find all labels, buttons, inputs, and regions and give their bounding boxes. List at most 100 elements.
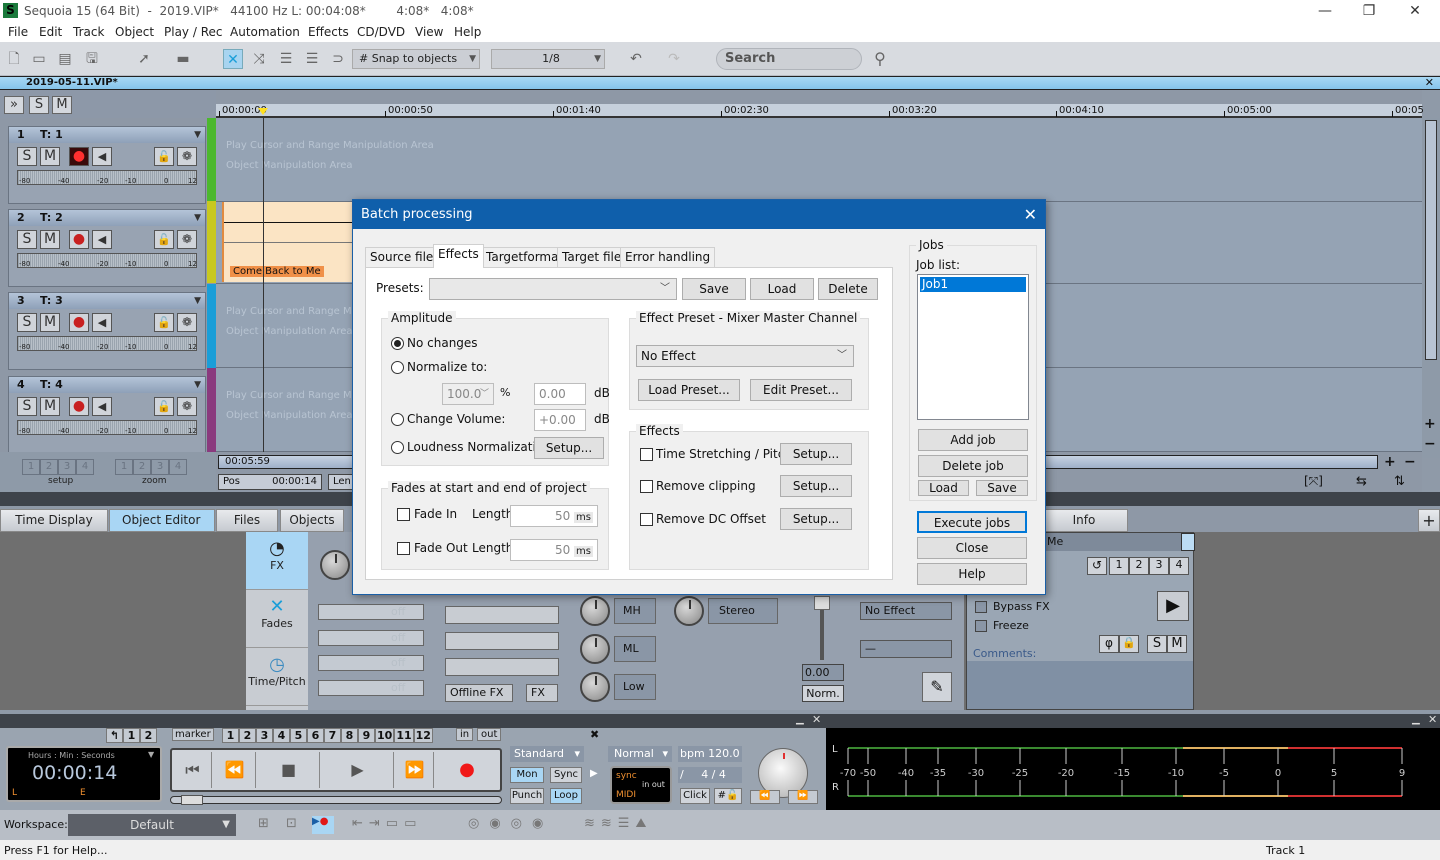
setup-4-button[interactable]: 4 <box>76 459 94 475</box>
rewind-icon[interactable]: ⏪ <box>214 752 256 788</box>
record-arm-icon[interactable]: ● <box>69 397 89 416</box>
normalize-db-field[interactable]: 0.00 <box>534 383 586 405</box>
range-tool-icon[interactable]: ▬ <box>170 49 196 69</box>
workspace-dropdown[interactable]: Default ▼ <box>68 814 236 836</box>
zoom-out-icon[interactable]: − <box>1404 454 1416 470</box>
zoom-out-vertical-icon[interactable]: − <box>1424 436 1436 452</box>
chevron-down-icon[interactable]: ▼ <box>194 377 201 393</box>
in-button[interactable]: in <box>456 728 474 741</box>
fx-dropdown[interactable] <box>445 606 559 624</box>
fast-forward-icon[interactable]: ⏩ <box>396 752 434 788</box>
menu-file[interactable]: File <box>8 25 28 39</box>
track-header-4[interactable]: 4 T: 4 ▼ S M ● ◀ 🔓 ❁ -80 -40 -20 -10 0 12 <box>8 376 206 454</box>
lock-icon[interactable]: 🔓 <box>154 313 174 332</box>
menu-effects[interactable]: Effects <box>308 25 349 39</box>
solo-button[interactable]: S <box>17 147 37 166</box>
jog-back-icon[interactable]: ⏪ <box>750 790 780 804</box>
fx-slot[interactable]: off <box>318 680 424 696</box>
remove-clipping-checkbox[interactable] <box>640 480 653 493</box>
chevron-down-icon[interactable]: ▼ <box>194 210 201 226</box>
track-title[interactable]: 2 T: 2 ▼ <box>9 210 205 226</box>
punch-toggle[interactable]: Punch <box>510 788 544 804</box>
play-icon[interactable]: ▶ <box>322 752 394 788</box>
add-job-button[interactable]: Add job <box>918 429 1028 451</box>
volume-db-field[interactable]: +0.00 <box>534 409 586 431</box>
save-icon[interactable]: 🖫 <box>82 49 102 69</box>
fx-slot[interactable]: off <box>318 630 424 646</box>
gain-knob[interactable] <box>320 550 350 580</box>
track-title[interactable]: 3 T: 3 ▼ <box>9 293 205 309</box>
solo-button[interactable]: S <box>17 313 37 332</box>
zoom-2-button[interactable]: 2 <box>133 459 151 475</box>
time-signature-dropdown[interactable]: / 4 / 4 <box>678 767 742 783</box>
chevron-down-icon[interactable]: ▼ <box>194 127 201 143</box>
lock-icon[interactable]: 🔓 <box>154 147 174 166</box>
vertical-scrollbar[interactable]: + − <box>1422 118 1440 458</box>
lock-icon[interactable]: 🔒 <box>1119 635 1139 653</box>
shuffle-icon[interactable]: ⤨ <box>249 49 269 69</box>
new-file-icon[interactable]: 🗋 <box>4 49 24 69</box>
loudness-radio[interactable] <box>391 441 404 454</box>
solo-button[interactable]: S <box>17 230 37 249</box>
jog-forward-icon[interactable]: ⏩ <box>788 790 818 804</box>
maximize-button[interactable]: ❐ <box>1346 0 1392 22</box>
out-button[interactable]: out <box>477 728 502 741</box>
fade-out-length-field[interactable]: 50 ms <box>510 539 598 561</box>
mute-button[interactable]: M <box>40 313 60 332</box>
execute-jobs-button[interactable]: Execute jobs <box>917 511 1027 533</box>
expand-arrow-icon[interactable]: ▶ <box>590 768 598 779</box>
tab-objects[interactable]: Objects <box>280 509 344 532</box>
fx-icon[interactable]: ❁ <box>177 230 197 249</box>
time-stretch-setup-button[interactable]: Setup... <box>780 443 852 465</box>
nav-time-pitch[interactable]: ◷ Time/Pitch <box>246 648 308 706</box>
expand-icon[interactable]: » <box>4 96 24 114</box>
freeze-checkbox[interactable] <box>975 620 987 632</box>
object-mute-button[interactable]: M <box>1167 635 1187 653</box>
object-color-swatch[interactable] <box>1181 533 1195 551</box>
go-to-start-icon[interactable]: ⏮ <box>174 752 212 788</box>
lock-icon[interactable]: 🔓 <box>154 230 174 249</box>
solo-all-button[interactable]: S <box>29 96 49 114</box>
minimize-transport-icon[interactable]: ▁ <box>796 714 804 725</box>
fx-icon[interactable]: ❁ <box>177 147 197 166</box>
track-title[interactable]: 4 T: 4 ▼ <box>9 377 205 393</box>
sync-toggle[interactable]: Sync <box>550 767 582 783</box>
marker-button[interactable]: marker <box>172 728 214 741</box>
scroll-thumb[interactable] <box>1425 120 1437 360</box>
object-solo-button[interactable]: S <box>1147 635 1167 653</box>
search-input[interactable]: Search <box>716 48 862 70</box>
take-2-button[interactable]: 2 <box>1129 557 1149 575</box>
minimize-meter-icon[interactable]: ▁ <box>1412 714 1420 725</box>
fade-out-checkbox[interactable] <box>397 542 410 555</box>
change-volume-radio[interactable] <box>391 413 404 426</box>
fade-in-length-field[interactable]: 50 ms <box>510 505 598 527</box>
zoom-in-icon[interactable]: + <box>1384 454 1396 470</box>
chevron-down-icon[interactable]: ▼ <box>194 293 201 309</box>
comments-field[interactable] <box>967 661 1193 709</box>
pan-knob[interactable] <box>674 596 704 626</box>
tab-time-display[interactable]: Time Display <box>0 509 108 532</box>
zoom-1-button[interactable]: 1 <box>115 459 133 475</box>
presets-dropdown[interactable]: ﹀ <box>429 278 677 300</box>
load-preset-button[interactable]: Load Preset... <box>638 379 740 401</box>
mouse-mode-icon[interactable]: ➚ <box>134 49 154 69</box>
job-list[interactable]: Job1 <box>917 274 1029 420</box>
preset-delete-button[interactable]: Delete <box>818 278 878 300</box>
close-dialog-button[interactable]: Close <box>917 537 1027 559</box>
marker-4-button[interactable]: 4 <box>273 728 290 743</box>
minimize-button[interactable]: — <box>1302 0 1348 22</box>
mh-knob[interactable] <box>580 596 610 626</box>
phase-button[interactable]: φ <box>1099 635 1119 653</box>
zoom-dropdown[interactable]: 1/8 ▼ <box>491 49 605 69</box>
marker-11-button[interactable]: 11 <box>394 728 414 743</box>
monitor-toggle[interactable]: Mon <box>510 767 544 783</box>
setup-3-button[interactable]: 3 <box>58 459 76 475</box>
close-transport-icon[interactable]: ✕ <box>812 713 821 726</box>
record-arm-icon[interactable]: ● <box>69 313 89 332</box>
monitor-speaker-icon[interactable]: ◀ <box>92 230 112 249</box>
track-lane-1[interactable]: Play Cursor and Range Manipulation Area … <box>216 118 1422 202</box>
offline-fx-dropdown[interactable]: Offline FX <box>445 684 513 702</box>
fx-slot[interactable]: off <box>318 604 424 620</box>
zoom-4-button[interactable]: 4 <box>169 459 187 475</box>
time-display[interactable]: Hours : Min : Seconds ▼ 00:00:14 L E <box>6 746 162 802</box>
